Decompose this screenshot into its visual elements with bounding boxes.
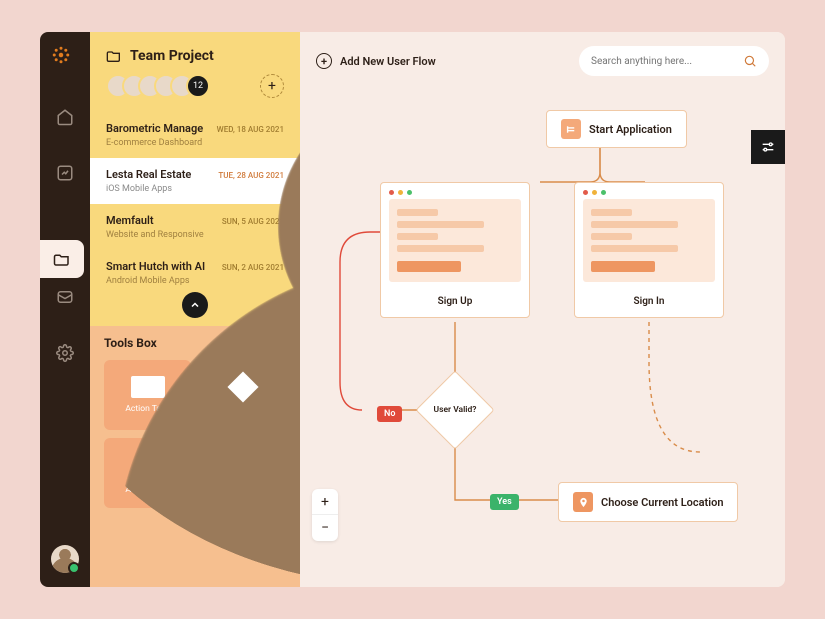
- node-choose-location[interactable]: Choose Current Location: [558, 482, 738, 522]
- node-sign-up[interactable]: Sign Up: [380, 182, 530, 318]
- canvas-topbar: + Add New User Flow: [300, 32, 785, 90]
- window-chrome: [381, 183, 529, 199]
- edge-label-yes[interactable]: Yes: [490, 494, 519, 510]
- search-icon: [743, 54, 757, 68]
- team-avatars: 12 +: [90, 74, 300, 112]
- node-decision-user-valid[interactable]: User Valid?: [427, 382, 483, 438]
- node-label: Sign Up: [381, 290, 529, 317]
- collapse-button[interactable]: [182, 292, 208, 318]
- app-logo-icon: [52, 46, 78, 72]
- start-icon: [561, 119, 581, 139]
- folder-icon: [106, 48, 122, 64]
- add-flow-label: Add New User Flow: [340, 55, 436, 68]
- plus-circle-icon: +: [316, 53, 332, 69]
- zoom-out-button[interactable]: −: [312, 515, 338, 541]
- nav-analytics[interactable]: [50, 158, 80, 188]
- node-label: Choose Current Location: [601, 496, 723, 509]
- node-label: Sign In: [575, 290, 723, 317]
- node-sign-in[interactable]: Sign In: [574, 182, 724, 318]
- zoom-controls: + −: [312, 489, 338, 541]
- edge-label-no[interactable]: No: [377, 406, 402, 422]
- node-label: Start Application: [589, 123, 672, 136]
- sidebar: Team Project 12 + Barometric ManageWED, …: [90, 32, 300, 587]
- app-window: Team Project 12 + Barometric ManageWED, …: [40, 32, 785, 587]
- canvas-settings-button[interactable]: [751, 130, 785, 164]
- sidebar-title: Team Project: [130, 48, 214, 64]
- node-start-application[interactable]: Start Application: [546, 110, 687, 148]
- location-icon: [573, 492, 593, 512]
- zoom-in-button[interactable]: +: [312, 489, 338, 515]
- canvas[interactable]: + Add New User Flow: [300, 32, 785, 587]
- add-flow-button[interactable]: + Add New User Flow: [316, 53, 436, 69]
- team-avatar-count[interactable]: 12: [186, 74, 210, 98]
- window-chrome: [575, 183, 723, 199]
- nav-home[interactable]: [50, 102, 80, 132]
- search-box[interactable]: [579, 46, 769, 76]
- user-avatar[interactable]: [51, 545, 79, 573]
- sliders-icon: [760, 139, 776, 155]
- node-label: User Valid?: [427, 382, 483, 438]
- search-input[interactable]: [591, 56, 743, 67]
